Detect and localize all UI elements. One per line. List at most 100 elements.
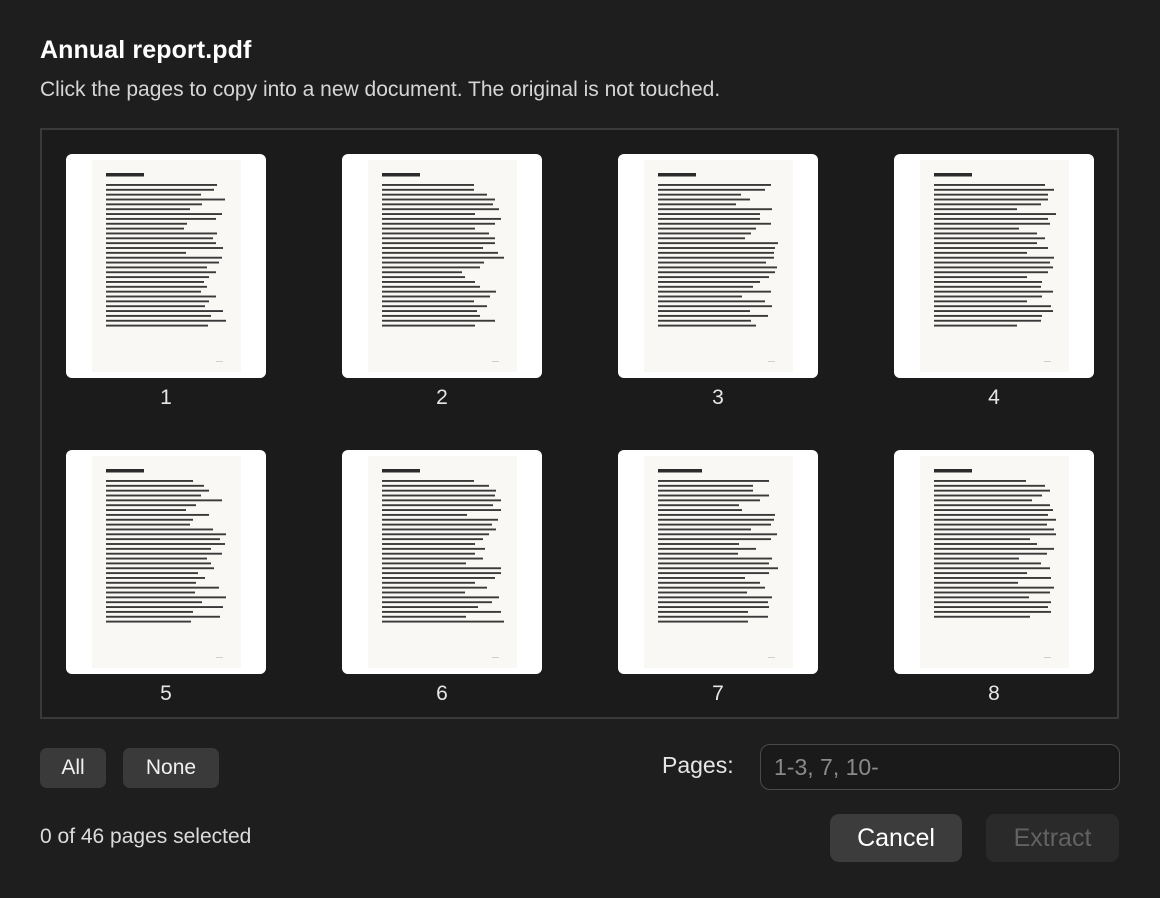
page-text-line <box>934 538 1030 541</box>
page-text-line <box>658 543 739 545</box>
page-text-line <box>934 251 1027 254</box>
page-text-line <box>382 610 501 613</box>
page-text-line <box>658 290 771 293</box>
page-footer-mark <box>768 657 775 658</box>
page-text-line <box>934 480 1026 482</box>
page-text-line <box>106 247 223 249</box>
page-text-line <box>106 290 201 293</box>
page-text-line <box>658 620 748 623</box>
page-text-line <box>658 247 775 249</box>
page-text-line <box>106 237 213 240</box>
page-text-line <box>106 217 216 220</box>
page-text-line <box>658 217 760 220</box>
page-text-line <box>934 547 1054 550</box>
page-text-line <box>382 484 489 487</box>
page-text-line <box>106 305 205 308</box>
page-text-line <box>934 232 1037 235</box>
page-text-line <box>934 601 1051 604</box>
select-all-button[interactable]: All <box>40 748 106 788</box>
page-thumbnail[interactable] <box>894 450 1094 674</box>
page-text-line <box>934 222 1050 225</box>
page-thumbnail[interactable] <box>342 154 542 378</box>
page-text-line <box>934 295 1042 298</box>
page-text-line <box>658 324 756 327</box>
page-text-line <box>658 615 768 618</box>
page-text-line <box>106 484 204 487</box>
page-thumbnail[interactable] <box>618 154 818 378</box>
page-text-line <box>382 509 501 511</box>
cancel-button[interactable]: Cancel <box>830 814 962 862</box>
page-text-line <box>658 499 760 502</box>
page-heading-line <box>934 469 972 473</box>
page-text-line <box>106 227 184 230</box>
page-text-line <box>658 242 778 245</box>
page-text-line <box>382 499 501 502</box>
page-text-line <box>934 184 1045 186</box>
page-text-line <box>106 567 214 570</box>
page-text-line <box>658 300 765 303</box>
page-text-line <box>106 242 216 245</box>
page-text-line <box>934 324 1017 327</box>
page-text-line <box>934 577 1051 579</box>
page-thumbnail[interactable] <box>894 154 1094 378</box>
page-text-line <box>658 606 769 608</box>
page-text-line <box>382 572 501 575</box>
page-text-line <box>382 232 489 235</box>
page-text-line <box>382 620 504 623</box>
page-text-line <box>934 509 1053 511</box>
page-text-line <box>934 591 1050 594</box>
page-text-line <box>658 533 777 536</box>
page-text-line <box>382 285 480 288</box>
page-text-line <box>382 281 475 283</box>
page-thumbnail[interactable] <box>66 450 266 674</box>
page-text-line <box>382 523 492 526</box>
page-text-line <box>382 547 485 550</box>
page-text-line <box>382 310 477 312</box>
page-text-line <box>658 305 772 308</box>
page-number-label: 4 <box>988 386 1000 409</box>
page-text-line <box>106 198 225 201</box>
page-text-line <box>382 305 487 308</box>
pages-range-input[interactable] <box>760 744 1120 790</box>
page-number-label: 6 <box>436 682 448 705</box>
page-text-preview <box>382 469 504 658</box>
page-footer-mark <box>1044 361 1051 362</box>
page-text-line <box>658 572 769 575</box>
page-text-line <box>382 203 493 206</box>
page-text-line <box>658 509 742 511</box>
page-thumbnail[interactable] <box>618 450 818 674</box>
extract-button[interactable]: Extract <box>986 814 1119 862</box>
page-text-line <box>934 276 1027 279</box>
page-thumbnail-grid[interactable]: 1 2 3 4 5 6 7 8 <box>40 128 1119 719</box>
page-number-label: 3 <box>712 386 724 409</box>
page-text-line <box>106 533 226 536</box>
page-text-line <box>382 290 496 293</box>
page-text-line <box>382 227 475 230</box>
page-text-line <box>106 184 217 186</box>
page-text-line <box>658 567 778 570</box>
page-text-line <box>106 572 198 575</box>
page-text-line <box>382 247 483 249</box>
page-text-line <box>382 586 487 589</box>
page-text-line <box>658 314 768 317</box>
page-text-line <box>934 208 1017 211</box>
page-text-line <box>382 596 499 599</box>
page-thumbnail[interactable] <box>66 154 266 378</box>
page-text-line <box>382 533 489 536</box>
page-text-line <box>106 208 190 211</box>
page-text-line <box>106 557 207 560</box>
page-text-line <box>934 261 1050 264</box>
page-text-line <box>934 314 1042 317</box>
page-footer-mark <box>492 361 499 362</box>
page-text-line <box>658 601 768 604</box>
page-text-line <box>658 504 739 507</box>
page-text-line <box>658 610 748 613</box>
page-thumbnail[interactable] <box>342 450 542 674</box>
page-text-line <box>934 285 1041 288</box>
page-heading-line <box>934 173 972 177</box>
page-text-line <box>382 271 462 274</box>
page-text-line <box>382 261 484 264</box>
page-text-line <box>106 504 196 507</box>
select-none-button[interactable]: None <box>123 748 219 788</box>
page-text-line <box>382 543 475 545</box>
